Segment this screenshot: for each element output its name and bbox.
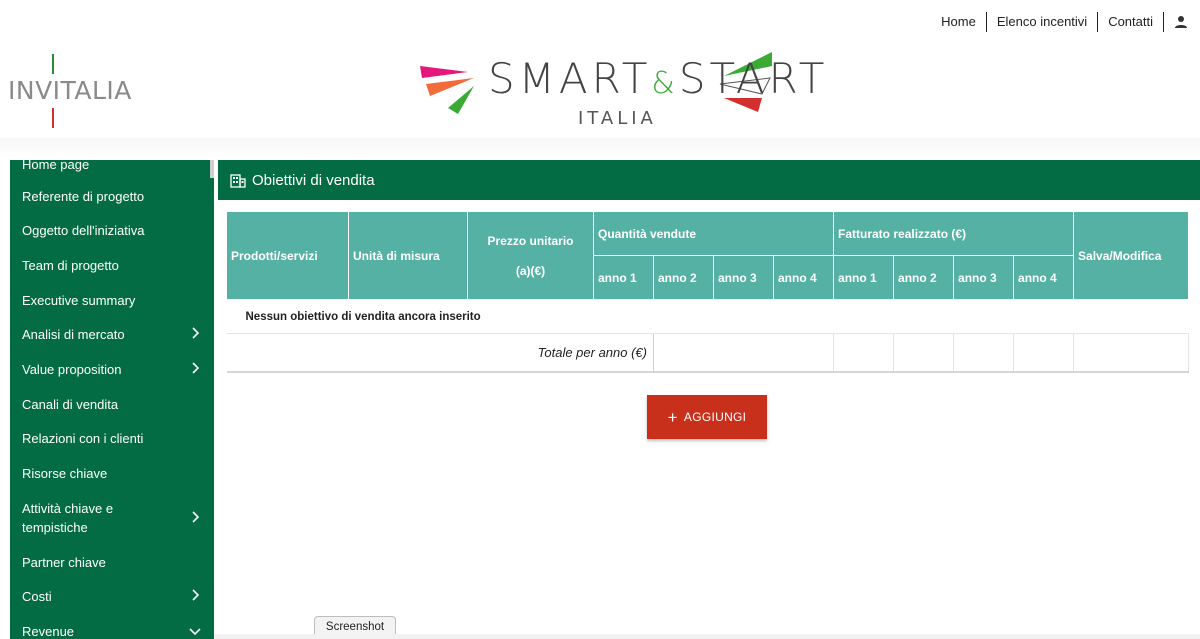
nav-elenco-incentivi-link[interactable]: Elenco incentivi [987, 13, 1097, 31]
invitalia-logo[interactable]: INVITALIA [8, 54, 138, 128]
chevron-down-icon [188, 624, 202, 638]
logo-ampersand: & [651, 66, 679, 101]
add-button[interactable]: + AGGIUNGI [647, 395, 767, 439]
sidebar-item-label: Analisi di mercato [22, 326, 125, 342]
header-fatt-year: anno 3 [953, 255, 1015, 300]
sidebar-item-referente[interactable]: Referente di progetto [10, 179, 214, 213]
site-header: INVITALIA SMART&START ITALIA [0, 44, 1200, 140]
sidebar-item-label: Executive summary [22, 292, 136, 308]
bottom-scroll-track [214, 634, 1200, 639]
header-qty-year: anno 4 [772, 255, 835, 300]
sales-objectives-table: Prodotti/servizi Unità di misura Prezzo … [226, 211, 1190, 373]
logo-green-bar [52, 54, 54, 74]
logo-start: START [678, 54, 829, 103]
sidebar-item-label: Canali di vendita [22, 396, 119, 412]
totals-row: Totale per anno (€) [226, 333, 1190, 372]
sidebar-item-label: Costi [22, 588, 52, 604]
sidebar-item-costi[interactable]: Costi [10, 579, 214, 613]
sidebar-item-label: Revenue [22, 623, 75, 639]
plus-icon: + [667, 407, 678, 427]
total-cell-placeholder [653, 333, 835, 372]
header-qty-year: anno 2 [653, 255, 714, 300]
sidebar-item-relazioni-clienti[interactable]: Relazioni con i clienti [10, 421, 214, 455]
chevron-right-icon [188, 588, 202, 604]
logo-subtitle: ITALIA [578, 108, 657, 129]
header-fatt-year: anno 4 [1013, 255, 1075, 300]
logo-smart: SMART [488, 54, 652, 103]
header-fatt-year: anno 1 [833, 255, 895, 300]
header-fatt-year: anno 2 [893, 255, 955, 300]
total-cell [833, 333, 895, 372]
add-button-label: AGGIUNGI [683, 410, 747, 424]
sidebar-item-label: Risorse chiave [22, 465, 108, 481]
logo-red-bar [52, 108, 54, 128]
header-prezzo-unitario: Prezzo unitario (a)(€) [467, 211, 594, 300]
chevron-right-icon [188, 361, 202, 377]
sidebar-item-home-page[interactable]: Home page [10, 160, 214, 174]
sidebar-item-attivita-chiave[interactable]: Attività chiave e tempistiche [10, 494, 214, 542]
header-divider [0, 138, 1200, 158]
nav-contatti-link[interactable]: Contatti [1098, 13, 1163, 31]
building-icon [230, 172, 246, 188]
sidebar-item-label: Value proposition [22, 361, 122, 377]
user-icon[interactable] [1168, 12, 1194, 32]
empty-message-row: Nessun obiettivo di vendita ancora inser… [226, 299, 1189, 334]
totals-label: Totale per anno (€) [226, 333, 654, 372]
total-cell [893, 333, 955, 372]
smart-start-logo[interactable]: SMART&START ITALIA [418, 48, 824, 136]
nav-home-link[interactable]: Home [931, 13, 986, 31]
header-unita-misura: Unità di misura [348, 211, 468, 300]
total-cell [953, 333, 1015, 372]
sidebar-item-team[interactable]: Team di progetto [10, 248, 214, 282]
invitalia-logo-text: INVITALIA [8, 76, 132, 105]
sidebar-item-label: Home page [22, 160, 90, 172]
header-prodotti: Prodotti/servizi [226, 211, 349, 300]
sidebar-menu: Home page Referente di progetto Oggetto … [10, 160, 214, 639]
header-quantita-vendute: Quantità vendute [592, 211, 835, 256]
header-qty-year: anno 3 [713, 255, 774, 300]
logo-title: SMART&START [488, 54, 828, 103]
sidebar-item-label: Partner chiave [22, 554, 106, 570]
chevron-right-icon [188, 326, 202, 342]
header-qty-year: anno 1 [593, 255, 654, 300]
sidebar-item-analisi-mercato[interactable]: Analisi di mercato [10, 317, 214, 351]
sidebar-item-label: Oggetto dell'iniziativa [22, 222, 145, 238]
empty-message: Nessun obiettivo di vendita ancora inser… [226, 299, 1189, 334]
sidebar-item-value-proposition[interactable]: Value proposition [10, 352, 214, 386]
sidebar-item-risorse-chiave[interactable]: Risorse chiave [10, 456, 214, 490]
chevron-right-icon [188, 510, 202, 526]
sidebar-item-executive-summary[interactable]: Executive summary [10, 283, 214, 317]
sidebar-item-label: Team di progetto [22, 257, 119, 273]
nav-separator [1163, 12, 1164, 32]
sidebar-item-oggetto[interactable]: Oggetto dell'iniziativa [10, 213, 214, 247]
sidebar-item-label: Attività chiave e tempistiche [22, 501, 114, 535]
sidebar-item-revenue[interactable]: Revenue [10, 614, 214, 639]
header-prezzo-line1: Prezzo unitario [487, 233, 574, 248]
top-navigation: Home Elenco incentivi Contatti [931, 0, 1200, 44]
panel-header: Obiettivi di vendita [218, 160, 1200, 200]
header-salva-modifica: Salva/Modifica [1073, 211, 1190, 300]
sidebar-item-label: Relazioni con i clienti [22, 430, 144, 446]
sidebar-scrollbar[interactable] [210, 160, 214, 178]
sidebar-item-label: Referente di progetto [22, 188, 145, 204]
panel-title: Obiettivi di vendita [252, 171, 375, 189]
total-cell [1073, 333, 1190, 372]
sidebar-item-partner-chiave[interactable]: Partner chiave [10, 545, 214, 579]
header-fatturato-realizzato: Fatturato realizzato (€) [833, 211, 1075, 256]
header-prezzo-line2: (a)(€) [515, 263, 546, 278]
total-cell [1013, 333, 1075, 372]
sidebar-item-canali-vendita[interactable]: Canali di vendita [10, 387, 214, 421]
